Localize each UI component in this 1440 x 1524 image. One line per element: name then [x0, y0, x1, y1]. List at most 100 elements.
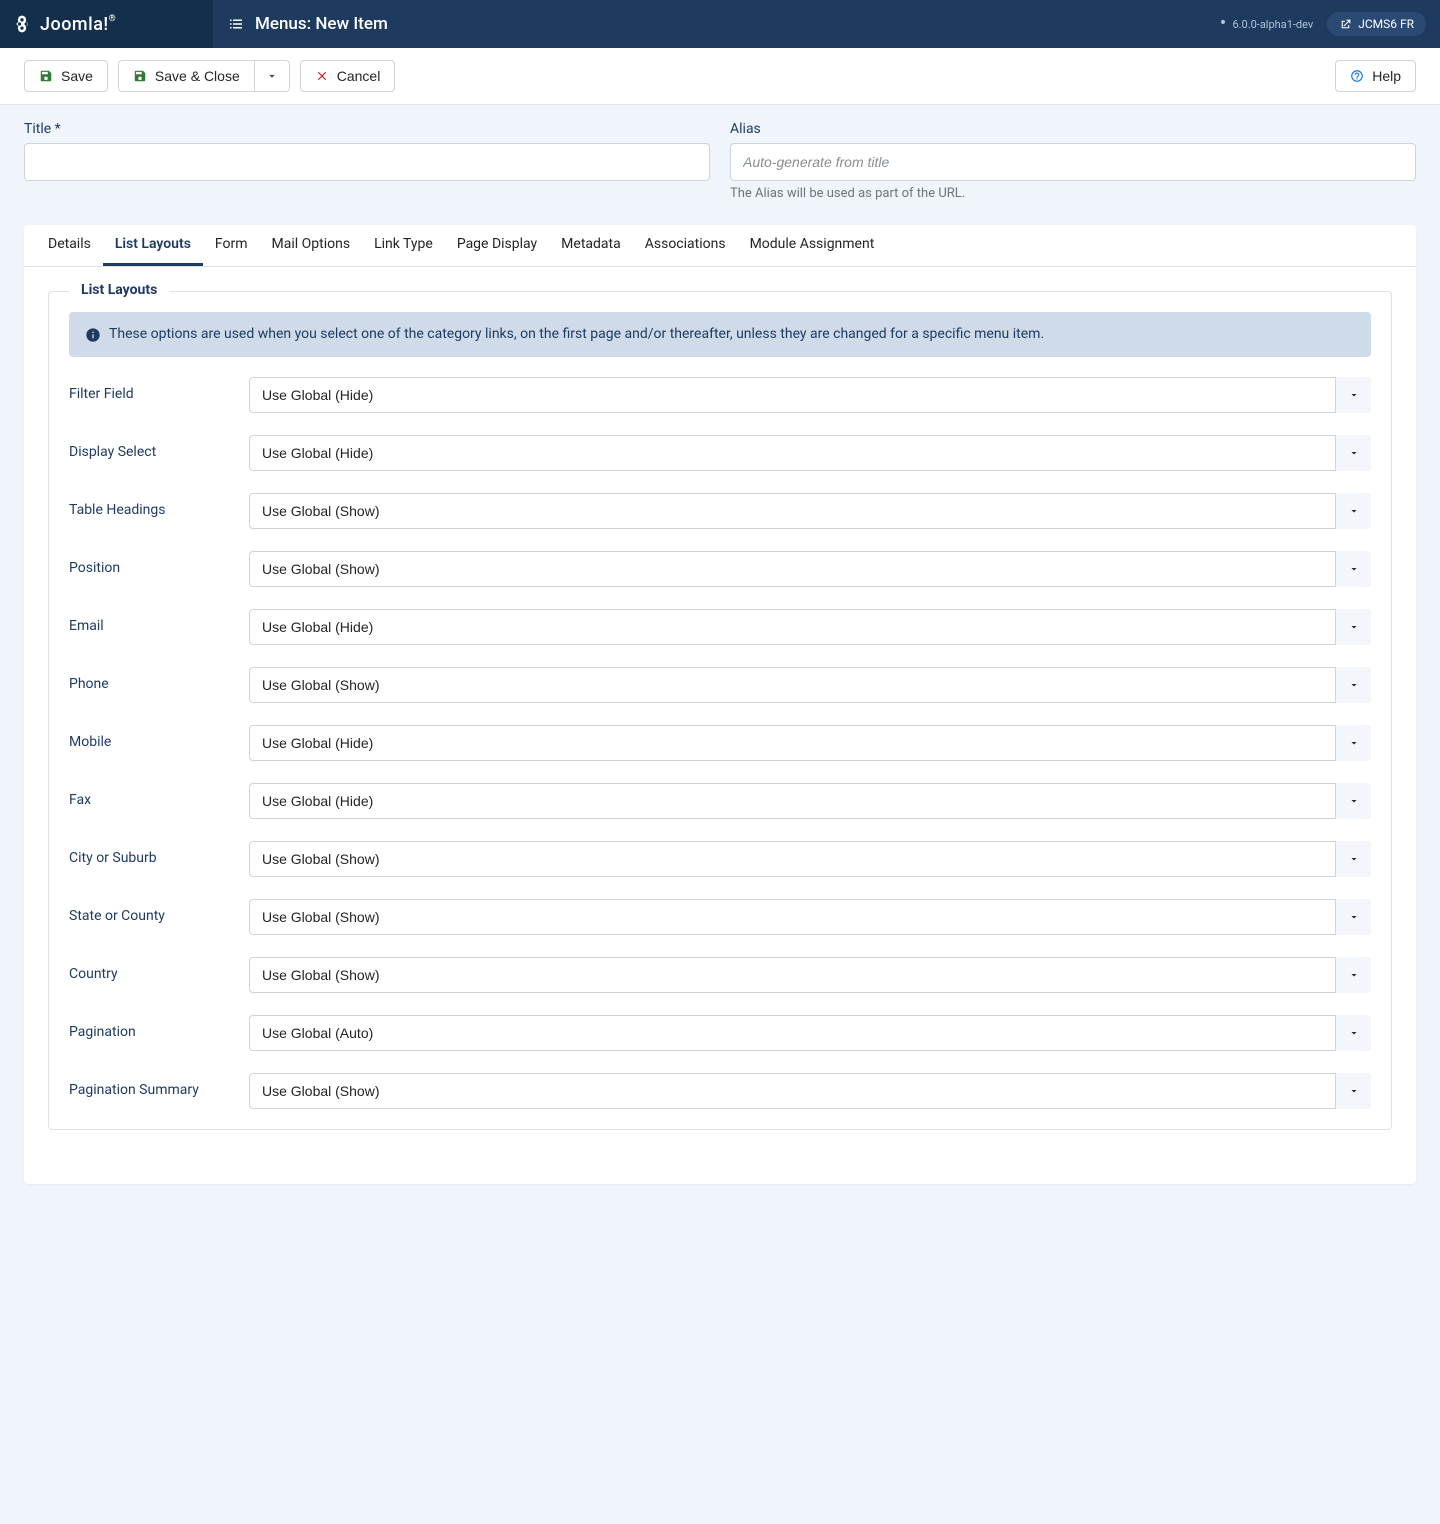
- tab-list-layouts[interactable]: List Layouts: [103, 225, 203, 266]
- tab-mail-options[interactable]: Mail Options: [260, 225, 363, 266]
- list-layouts-fieldset: List Layouts These options are used when…: [48, 291, 1392, 1130]
- mobile-select[interactable]: Use Global (Hide): [249, 725, 1371, 761]
- version-badge[interactable]: 6.0.0-alpha1-dev: [1218, 18, 1313, 31]
- site-switch-button[interactable]: JCMS6 FR: [1327, 12, 1426, 36]
- control-input: Use Global (Auto): [249, 1015, 1371, 1051]
- filter-field-select[interactable]: Use Global (Hide): [249, 377, 1371, 413]
- control-row: PhoneUse Global (Show): [69, 667, 1371, 703]
- state-or-county-select[interactable]: Use Global (Show): [249, 899, 1371, 935]
- page-title: Menus: New Item: [255, 14, 388, 34]
- select-wrap: Use Global (Show): [249, 1073, 1371, 1109]
- control-row: MobileUse Global (Hide): [69, 725, 1371, 761]
- control-row: CountryUse Global (Show): [69, 957, 1371, 993]
- chevron-down-icon: [265, 69, 279, 83]
- tab-metadata[interactable]: Metadata: [549, 225, 633, 266]
- control-row: Table HeadingsUse Global (Show): [69, 493, 1371, 529]
- help-button[interactable]: Help: [1335, 60, 1416, 92]
- title-label: Title *: [24, 121, 710, 137]
- tab-form[interactable]: Form: [203, 225, 260, 266]
- save-button[interactable]: Save: [24, 60, 108, 92]
- control-row: Display SelectUse Global (Hide): [69, 435, 1371, 471]
- tab-associations[interactable]: Associations: [633, 225, 738, 266]
- select-wrap: Use Global (Show): [249, 493, 1371, 529]
- close-icon: [315, 69, 329, 83]
- topbar: Joomla!® Menus: New Item 6.0.0-alpha1-de…: [0, 0, 1440, 48]
- phone-select[interactable]: Use Global (Show): [249, 667, 1371, 703]
- control-label: Mobile: [69, 725, 249, 750]
- control-input: Use Global (Show): [249, 667, 1371, 703]
- control-input: Use Global (Hide): [249, 609, 1371, 645]
- email-select[interactable]: Use Global (Hide): [249, 609, 1371, 645]
- joomla-logo-icon: [12, 14, 32, 34]
- control-label: Country: [69, 957, 249, 982]
- select-wrap: Use Global (Show): [249, 899, 1371, 935]
- control-row: City or SuburbUse Global (Show): [69, 841, 1371, 877]
- select-wrap: Use Global (Show): [249, 551, 1371, 587]
- info-icon: [85, 327, 101, 343]
- control-label: Pagination Summary: [69, 1073, 249, 1098]
- city-or-suburb-select[interactable]: Use Global (Show): [249, 841, 1371, 877]
- control-row: Filter FieldUse Global (Hide): [69, 377, 1371, 413]
- cancel-button[interactable]: Cancel: [300, 60, 396, 92]
- select-wrap: Use Global (Hide): [249, 609, 1371, 645]
- toolbar: Save Save & Close Cancel Help: [0, 48, 1440, 105]
- control-input: Use Global (Hide): [249, 725, 1371, 761]
- pagination-summary-select[interactable]: Use Global (Show): [249, 1073, 1371, 1109]
- version-icon: [1218, 19, 1228, 29]
- display-select-select[interactable]: Use Global (Hide): [249, 435, 1371, 471]
- select-wrap: Use Global (Hide): [249, 377, 1371, 413]
- control-input: Use Global (Show): [249, 841, 1371, 877]
- control-input: Use Global (Show): [249, 1073, 1371, 1109]
- select-wrap: Use Global (Show): [249, 957, 1371, 993]
- title-alias-row: Title * Alias The Alias will be used as …: [0, 105, 1440, 201]
- tab-module-assignment[interactable]: Module Assignment: [738, 225, 887, 266]
- title-input[interactable]: [24, 143, 710, 181]
- control-input: Use Global (Hide): [249, 377, 1371, 413]
- help-icon: [1350, 69, 1364, 83]
- control-row: State or CountyUse Global (Show): [69, 899, 1371, 935]
- table-headings-select[interactable]: Use Global (Show): [249, 493, 1371, 529]
- position-select[interactable]: Use Global (Show): [249, 551, 1371, 587]
- alias-hint: The Alias will be used as part of the UR…: [730, 186, 1416, 201]
- control-label: Email: [69, 609, 249, 634]
- control-input: Use Global (Show): [249, 899, 1371, 935]
- control-input: Use Global (Show): [249, 551, 1371, 587]
- list-icon: [227, 15, 245, 33]
- fax-select[interactable]: Use Global (Hide): [249, 783, 1371, 819]
- control-row: FaxUse Global (Hide): [69, 783, 1371, 819]
- select-wrap: Use Global (Hide): [249, 783, 1371, 819]
- save-icon: [133, 69, 147, 83]
- control-label: City or Suburb: [69, 841, 249, 866]
- external-link-icon: [1339, 18, 1352, 31]
- brand-text: Joomla!®: [40, 14, 116, 35]
- control-row: EmailUse Global (Hide): [69, 609, 1371, 645]
- control-label: State or County: [69, 899, 249, 924]
- control-input: Use Global (Hide): [249, 435, 1371, 471]
- alias-label: Alias: [730, 121, 1416, 137]
- pagination-select[interactable]: Use Global (Auto): [249, 1015, 1371, 1051]
- control-label: Fax: [69, 783, 249, 808]
- alias-input[interactable]: [730, 143, 1416, 181]
- tab-page-display[interactable]: Page Display: [445, 225, 549, 266]
- control-label: Filter Field: [69, 377, 249, 402]
- tabs: DetailsList LayoutsFormMail OptionsLink …: [24, 225, 1416, 267]
- page-heading: Menus: New Item: [213, 14, 388, 34]
- brand[interactable]: Joomla!®: [0, 0, 213, 48]
- save-icon: [39, 69, 53, 83]
- select-wrap: Use Global (Show): [249, 841, 1371, 877]
- control-label: Phone: [69, 667, 249, 692]
- save-close-button[interactable]: Save & Close: [118, 60, 255, 92]
- control-input: Use Global (Hide): [249, 783, 1371, 819]
- tab-link-type[interactable]: Link Type: [362, 225, 445, 266]
- tab-details[interactable]: Details: [36, 225, 103, 266]
- main-card: DetailsList LayoutsFormMail OptionsLink …: [24, 225, 1416, 1184]
- fieldset-legend: List Layouts: [69, 282, 169, 298]
- control-row: Pagination SummaryUse Global (Show): [69, 1073, 1371, 1109]
- control-label: Display Select: [69, 435, 249, 460]
- topbar-right: 6.0.0-alpha1-dev JCMS6 FR: [1218, 12, 1440, 36]
- control-label: Position: [69, 551, 249, 576]
- save-dropdown-button[interactable]: [255, 60, 290, 92]
- select-wrap: Use Global (Hide): [249, 725, 1371, 761]
- save-close-group: Save & Close: [118, 60, 290, 92]
- country-select[interactable]: Use Global (Show): [249, 957, 1371, 993]
